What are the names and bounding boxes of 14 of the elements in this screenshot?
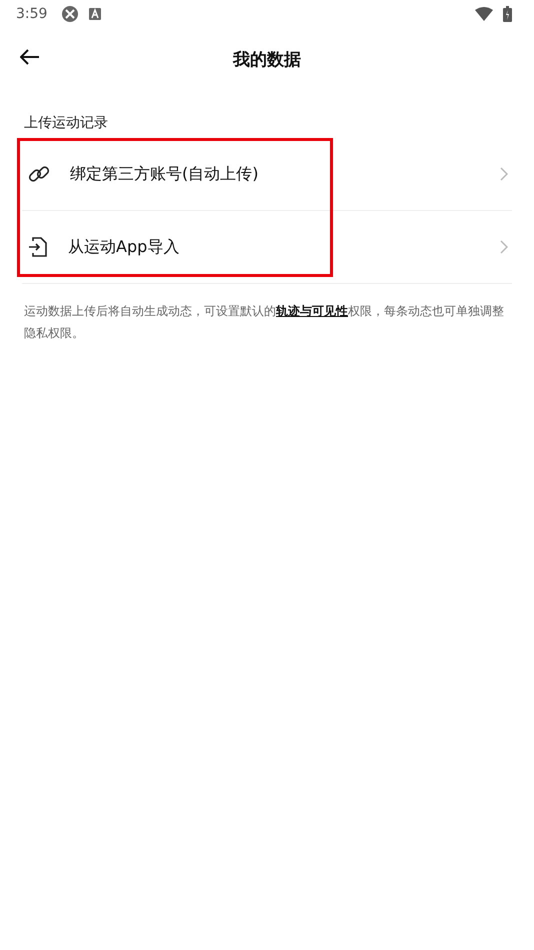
battery-icon bbox=[503, 6, 512, 22]
chevron-icon bbox=[500, 167, 508, 181]
menu-item[interactable]: 从运动App导入 bbox=[22, 211, 512, 284]
menu-item[interactable]: 绑定第三方账号(自动上传) bbox=[22, 138, 512, 211]
chevron-icon bbox=[500, 240, 508, 254]
import-icon bbox=[28, 236, 48, 258]
back-icon[interactable] bbox=[20, 49, 40, 65]
section-label: 上传运动记录 bbox=[24, 114, 109, 133]
status-time: 3:59 bbox=[16, 6, 48, 22]
visibility-link[interactable]: 轨迹与可见性 bbox=[276, 304, 348, 318]
app-icon bbox=[61, 5, 80, 23]
page-title: 我的数据 bbox=[233, 48, 301, 70]
info-text: 运动数据上传后将自动生成动态，可设置默认的轨迹与可见性权限，每条动态也可单独调整隐私权限。 bbox=[24, 303, 505, 342]
wifi-icon bbox=[475, 7, 493, 21]
